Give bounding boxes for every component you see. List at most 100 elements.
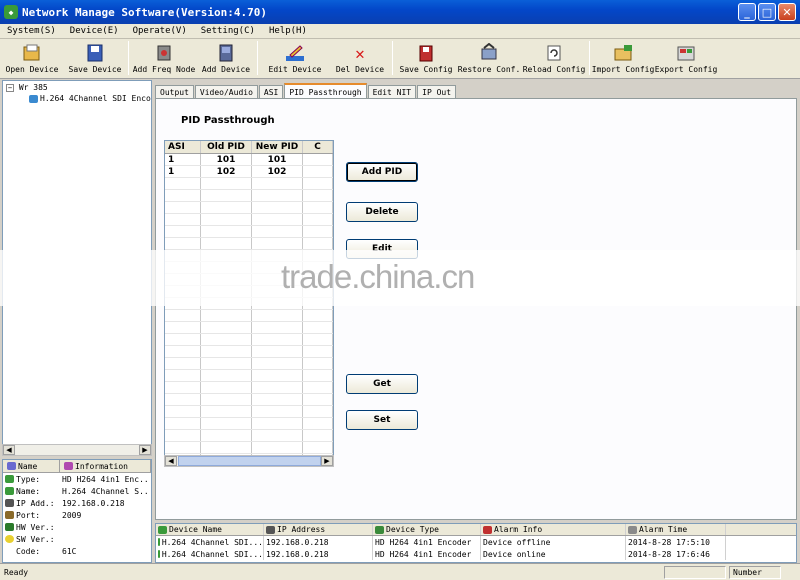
device-icon [29,94,38,103]
info-row-name: Name: H.264 4Channel S... [3,485,151,497]
pid-table-header: ASI Old PID New PID C [165,141,333,154]
menu-setting[interactable]: Setting(C) [194,26,262,36]
status-text: Ready [4,568,29,577]
name-icon [7,462,16,470]
scroll-left-icon[interactable]: ◀ [165,456,177,466]
restore-config-button[interactable]: Restore Conf. [457,38,521,78]
column-device-name[interactable]: Device Name [156,524,264,535]
table-empty-row [165,358,333,370]
device-name-icon [158,525,167,534]
column-alarm-time[interactable]: Alarm Time [626,524,726,535]
tree-root[interactable]: − Wr 385 [6,83,48,92]
info-row-code: Code: 61C [16,546,77,556]
tab-asi[interactable]: ASI [258,85,284,99]
bulb-icon [5,535,14,543]
close-button[interactable]: ✕ [778,3,796,21]
tree-collapse-icon[interactable]: − [6,83,14,92]
hardware-icon [5,523,14,531]
edit-device-button[interactable]: Edit Device [260,38,330,78]
column-ip-address[interactable]: IP Address [264,524,373,535]
info-row-sw-ver: SW Ver.: [3,533,151,545]
clock-icon [628,525,637,534]
tree-item-encoder[interactable]: H.264 4Channel SDI Encod [29,94,151,103]
ip-icon [5,499,14,507]
tab-pid-passthrough[interactable]: PID Passthrough [284,83,367,99]
menu-system[interactable]: System(S) [0,26,63,36]
reload-config-icon [543,43,565,63]
toolbar: Open Device Save Device Add Freq Node Ad… [0,39,800,79]
table-empty-row [165,178,333,190]
name-row-icon [5,487,14,495]
import-config-button[interactable]: Import Config [592,38,654,78]
restore-config-icon [478,43,500,63]
column-device-type[interactable]: Device Type [373,524,481,535]
table-horizontal-scrollbar[interactable]: ◀ ▶ [164,455,334,467]
table-row[interactable]: 1 101 101 [165,154,333,166]
table-empty-row [165,202,333,214]
status-pane [664,566,726,579]
save-device-button[interactable]: Save Device [64,38,126,78]
device-status-icon [158,550,160,558]
reload-config-button[interactable]: Reload Config [521,38,587,78]
info-row-type: Type: HD H264 4in1 Enc... [3,473,151,485]
column-c[interactable]: C [303,141,333,153]
scroll-right-icon[interactable]: ▶ [321,456,333,466]
table-empty-row [165,334,333,346]
table-empty-row [165,430,333,442]
tab-video-audio[interactable]: Video/Audio [194,85,258,99]
window-controls: _ □ ✕ [738,3,796,21]
info-information-header[interactable]: Information [60,460,151,472]
table-empty-row [165,346,333,358]
alarm-icon [483,525,492,534]
open-device-button[interactable]: Open Device [0,38,64,78]
table-empty-row [165,382,333,394]
add-device-icon [215,43,237,63]
delete-button[interactable]: Delete [346,202,418,222]
set-button[interactable]: Set [346,410,418,430]
table-row[interactable]: H.264 4Channel SDI... 192.168.0.218 HD H… [156,536,796,548]
scroll-right-icon[interactable]: ▶ [139,445,151,455]
info-row-ip: IP Add.: 192.168.0.218 [3,497,151,509]
del-device-button[interactable]: ✕ Del Device [330,38,390,78]
table-empty-row [165,394,333,406]
get-button[interactable]: Get [346,374,418,394]
save-config-button[interactable]: Save Config [395,38,457,78]
maximize-button[interactable]: □ [758,3,776,21]
info-name-header[interactable]: Name [3,460,60,472]
tree-horizontal-scrollbar[interactable]: ◀ ▶ [2,444,152,456]
title-bar: ◆ Network Manage Software(Version:4.70) … [0,0,800,24]
info-row-port: Port: 2009 [3,509,151,521]
tab-edit-nit[interactable]: Edit NIT [367,85,417,99]
toolbar-separator [128,41,129,75]
delete-icon: ✕ [355,43,365,63]
scrollbar-thumb[interactable] [178,456,321,466]
device-status-icon [158,538,160,546]
config-tabs: Output Video/Audio ASI PID Passthrough E… [155,83,457,99]
table-row[interactable]: 1 102 102 [165,166,333,178]
toolbar-separator [257,41,258,75]
add-freq-node-button[interactable]: Add Freq Node [131,38,197,78]
menu-operate[interactable]: Operate(V) [126,26,194,36]
table-empty-row [165,226,333,238]
watermark-band: trade.china.cn [0,250,800,306]
tab-output[interactable]: Output [155,85,194,99]
add-pid-button[interactable]: Add PID [346,162,418,182]
table-row[interactable]: H.264 4Channel SDI... 192.168.0.218 HD H… [156,548,796,560]
column-asi[interactable]: ASI [165,141,201,153]
table-empty-row [165,238,333,250]
menu-help[interactable]: Help(H) [262,26,314,36]
alarm-list-header: Device Name IP Address Device Type Alarm… [156,524,796,536]
tab-ip-out[interactable]: IP Out [417,85,457,99]
scroll-left-icon[interactable]: ◀ [3,445,15,455]
menu-bar: System(S) Device(E) Operate(V) Setting(C… [0,24,800,39]
table-empty-row [165,406,333,418]
column-alarm-info[interactable]: Alarm Info [481,524,626,535]
column-old-pid[interactable]: Old PID [201,141,252,153]
add-device-button[interactable]: Add Device [197,38,255,78]
table-empty-row [165,310,333,322]
export-config-button[interactable]: Export Config [654,38,718,78]
column-new-pid[interactable]: New PID [252,141,303,153]
menu-device[interactable]: Device(E) [63,26,126,36]
alarm-list: Device Name IP Address Device Type Alarm… [155,523,797,563]
minimize-button[interactable]: _ [738,3,756,21]
